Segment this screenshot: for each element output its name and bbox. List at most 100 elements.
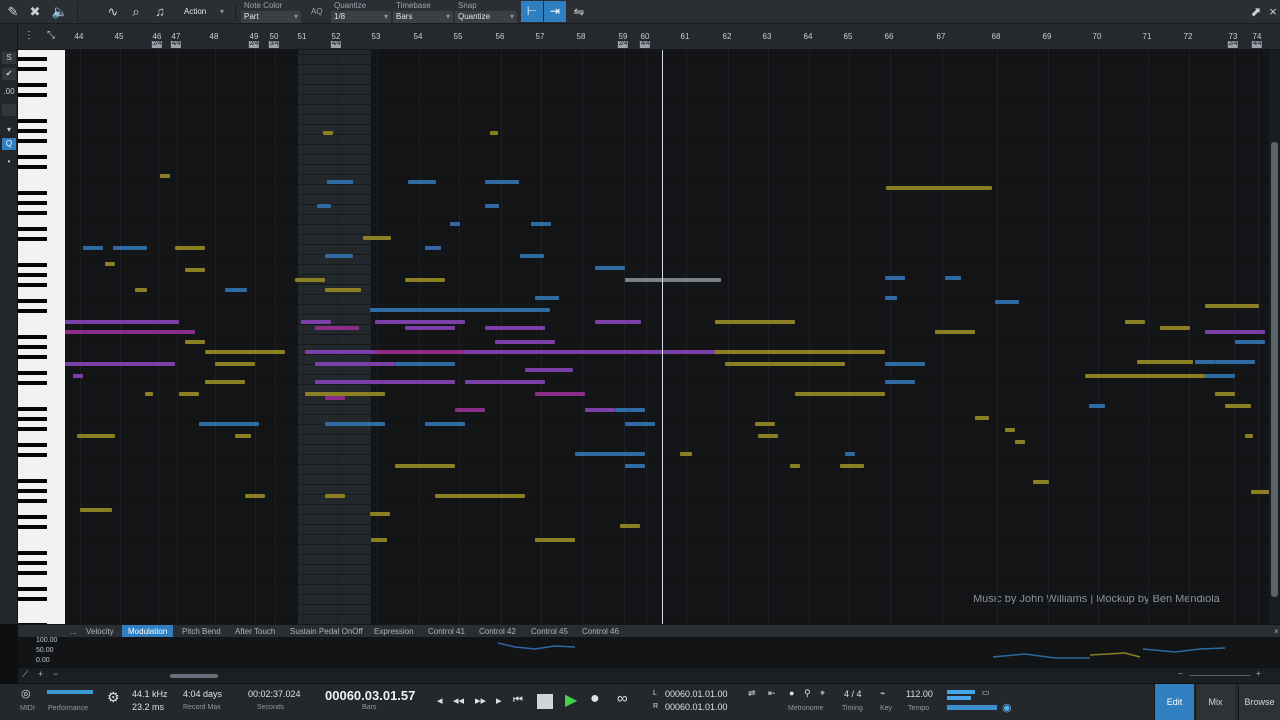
midi-note[interactable] <box>65 320 179 324</box>
follow-playhead-icon[interactable]: ⇥ <box>544 1 566 22</box>
midi-note[interactable] <box>715 320 795 324</box>
output-icon[interactable]: ▭ <box>982 688 990 697</box>
horizontal-scroll-thumb[interactable] <box>170 674 218 678</box>
metronome-dot-icon[interactable]: ● <box>789 688 794 698</box>
midi-note[interactable] <box>525 368 573 372</box>
tab-browse[interactable]: Browse <box>1238 684 1280 720</box>
black-key[interactable] <box>18 587 47 591</box>
midi-note[interactable] <box>1205 374 1235 378</box>
tab-mix[interactable]: Mix <box>1195 684 1235 720</box>
midi-note[interactable] <box>715 350 885 354</box>
midi-note[interactable] <box>425 422 465 426</box>
midi-note[interactable] <box>795 392 885 396</box>
midi-note[interactable] <box>205 380 245 384</box>
midi-note[interactable] <box>65 362 175 366</box>
record-icon[interactable]: ● <box>590 690 600 708</box>
midi-note[interactable] <box>585 408 615 412</box>
ruler-collapse-icon[interactable]: ⤡ <box>47 30 55 41</box>
black-key[interactable] <box>18 129 47 133</box>
metronome-icon[interactable]: ⚲ <box>804 688 811 699</box>
black-key[interactable] <box>18 155 47 159</box>
speaker-icon[interactable]: 🔈 <box>50 2 70 22</box>
mute-icon[interactable]: ✖ <box>25 2 45 22</box>
loop-start[interactable]: 00060.01.01.00 <box>665 689 728 699</box>
midi-note[interactable] <box>317 204 331 208</box>
vertical-scrollbar[interactable] <box>1269 50 1280 624</box>
time-signature-marker[interactable]: 4/4 <box>170 41 182 48</box>
preroll-icon[interactable]: ⇤ <box>768 688 776 699</box>
midi-note[interactable] <box>323 131 333 135</box>
black-key[interactable] <box>18 479 47 483</box>
black-key[interactable] <box>18 201 47 205</box>
midi-note[interactable] <box>1251 490 1269 494</box>
black-key[interactable] <box>18 211 47 215</box>
black-key[interactable] <box>18 57 47 61</box>
midi-note[interactable] <box>886 186 992 190</box>
midi-note[interactable] <box>105 262 115 266</box>
midi-note[interactable] <box>535 538 575 542</box>
midi-note[interactable] <box>945 276 961 280</box>
midi-note[interactable] <box>1005 428 1015 432</box>
midi-note[interactable] <box>405 278 445 282</box>
midi-note[interactable] <box>185 340 205 344</box>
midi-note[interactable] <box>725 362 845 366</box>
black-key[interactable] <box>18 191 47 195</box>
midi-note[interactable] <box>535 296 559 300</box>
midi-note[interactable] <box>495 340 555 344</box>
black-key[interactable] <box>18 443 47 447</box>
midi-note[interactable] <box>1015 440 1025 444</box>
black-key[interactable] <box>18 227 47 231</box>
midi-note[interactable] <box>1195 360 1215 364</box>
black-key[interactable] <box>18 335 47 339</box>
midi-note[interactable] <box>1033 480 1049 484</box>
volume-knob-icon[interactable]: ◉ <box>1002 701 1012 714</box>
black-key[interactable] <box>18 345 47 349</box>
black-key[interactable] <box>18 525 47 529</box>
close-icon[interactable]: × <box>1263 2 1280 22</box>
midi-note[interactable] <box>80 508 112 512</box>
stop-icon[interactable] <box>537 694 553 709</box>
black-key[interactable] <box>18 571 47 575</box>
midi-note[interactable] <box>370 512 390 516</box>
ruler-tool-icon[interactable]: ⋮ <box>24 30 34 41</box>
midi-note[interactable] <box>1085 374 1205 378</box>
collapse-icon[interactable]: ⇋ <box>569 2 589 22</box>
black-key[interactable] <box>18 381 47 385</box>
midi-note[interactable] <box>325 494 345 498</box>
black-key[interactable] <box>18 561 47 565</box>
tab-edit[interactable]: Edit <box>1154 684 1194 720</box>
midi-note[interactable] <box>325 288 361 292</box>
midi-note[interactable] <box>535 392 585 396</box>
action-menu[interactable]: Action ▾ <box>181 4 227 20</box>
black-key[interactable] <box>18 407 47 411</box>
black-key[interactable] <box>18 499 47 503</box>
midi-note[interactable] <box>595 266 625 270</box>
midi-note[interactable] <box>185 268 205 272</box>
black-key[interactable] <box>18 309 47 313</box>
midi-note[interactable] <box>245 494 265 498</box>
black-key[interactable] <box>18 273 47 277</box>
playhead[interactable] <box>662 50 663 668</box>
midi-note[interactable] <box>885 296 897 300</box>
midi-note[interactable] <box>520 254 544 258</box>
note-grid[interactable]: Music by John Williams | Mockup by Ben M… <box>65 50 1269 624</box>
midi-note[interactable] <box>199 422 259 426</box>
midi-note[interactable] <box>363 236 391 240</box>
black-key[interactable] <box>18 237 47 241</box>
precount-icon[interactable]: ⇌ <box>748 688 756 699</box>
horizontal-scrollbar[interactable]: ⟋ + − − + <box>18 667 1280 683</box>
midi-note[interactable] <box>327 180 353 184</box>
midi-note[interactable] <box>1160 326 1190 330</box>
dot-icon[interactable]: • <box>2 156 16 168</box>
time-signature-marker[interactable]: 4/4 <box>639 41 651 48</box>
time-signature[interactable]: 4 / 4 <box>844 689 862 699</box>
midi-note[interactable] <box>371 538 387 542</box>
midi-note[interactable] <box>935 330 975 334</box>
time-signature-marker[interactable]: 2/4 <box>1227 41 1239 48</box>
midi-note[interactable] <box>485 204 499 208</box>
black-key[interactable] <box>18 417 47 421</box>
midi-note[interactable] <box>295 278 325 282</box>
midi-note[interactable] <box>840 464 864 468</box>
black-key[interactable] <box>18 453 47 457</box>
midi-note[interactable] <box>425 246 441 250</box>
